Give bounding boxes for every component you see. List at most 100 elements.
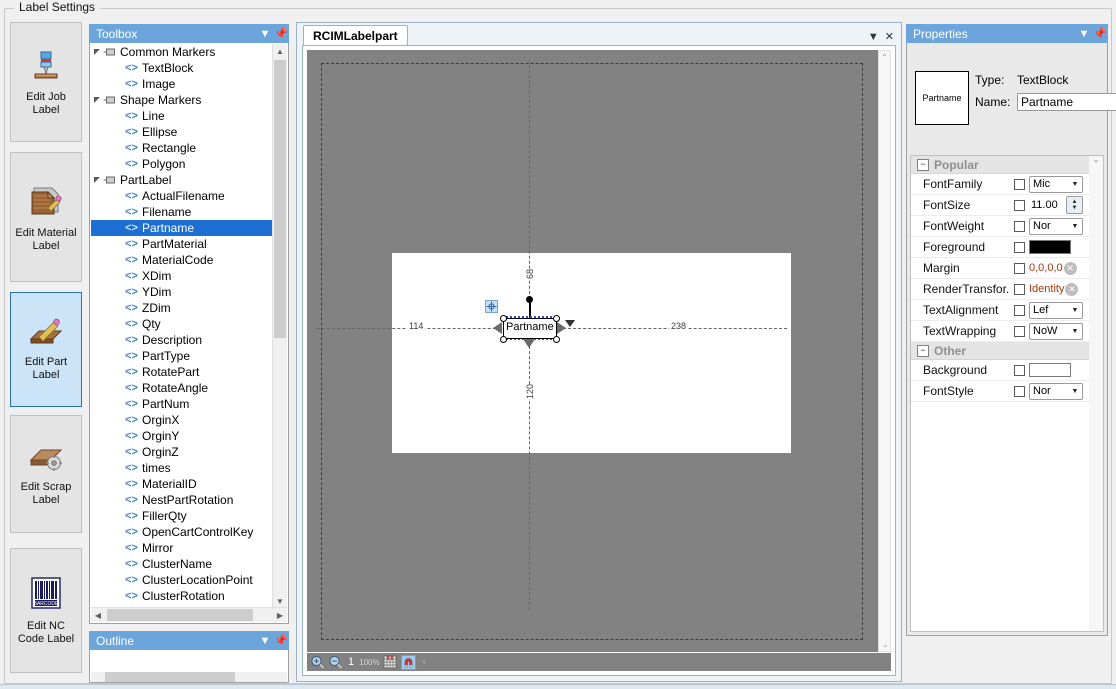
zoom-out-icon[interactable] bbox=[328, 655, 343, 670]
property-category-other[interactable]: −Other bbox=[911, 342, 1089, 360]
design-canvas[interactable]: 114 238 68 120 Partname bbox=[307, 50, 891, 652]
toolbox-node-nestpartrotation[interactable]: <>NestPartRotation bbox=[91, 492, 273, 508]
scroll-down-icon[interactable]: ⌄ bbox=[879, 638, 892, 651]
property-binding-marker-icon[interactable] bbox=[1009, 284, 1029, 295]
toolbox-node-orginy[interactable]: <>OrginY bbox=[91, 428, 273, 444]
property-value-cell[interactable]: 11.00▲▼ bbox=[1029, 197, 1089, 214]
property-grid-scrollbar[interactable]: ⌃ bbox=[1089, 156, 1103, 631]
toolbox-node-line[interactable]: <>Line bbox=[91, 108, 273, 124]
property-combo[interactable]: Nor▼ bbox=[1029, 218, 1083, 235]
overflow-left-icon[interactable]: ‹ bbox=[423, 656, 426, 666]
toolbox-node-rotatepart[interactable]: <>RotatePart bbox=[91, 364, 273, 380]
edit-nc-code-label-button[interactable]: BARCODE Edit NC Code Label bbox=[10, 548, 82, 673]
chevron-down-icon[interactable]: ▼ bbox=[868, 31, 879, 43]
scroll-up-icon[interactable]: ⌃ bbox=[879, 51, 890, 64]
canvas-vertical-scrollbar[interactable]: ⌃ ⌄ bbox=[878, 50, 891, 652]
toolbox-node-clusterrotation[interactable]: <>ClusterRotation bbox=[91, 588, 273, 604]
edit-scrap-label-button[interactable]: Edit Scrap Label bbox=[10, 415, 82, 533]
toolbox-node-filename[interactable]: <>Filename bbox=[91, 204, 273, 220]
chevron-down-icon[interactable]: ▼ bbox=[1068, 181, 1082, 188]
property-combo[interactable]: Lef▼ bbox=[1029, 302, 1083, 319]
edit-job-label-button[interactable]: Edit Job Label bbox=[10, 22, 82, 142]
pin-icon[interactable]: 📌 bbox=[273, 634, 289, 647]
scrollbar-thumb[interactable] bbox=[274, 60, 286, 338]
edit-part-label-button[interactable]: Edit Part Label bbox=[10, 292, 82, 407]
property-value-cell[interactable]: Lef▼ bbox=[1029, 302, 1089, 319]
property-combo[interactable]: Mic▼ bbox=[1029, 176, 1083, 193]
nudge-left-arrow[interactable] bbox=[493, 322, 502, 334]
scroll-up-icon[interactable]: ⌃ bbox=[1089, 156, 1103, 170]
scroll-up-icon[interactable]: ▲ bbox=[273, 44, 287, 58]
toolbox-node-orginx[interactable]: <>OrginX bbox=[91, 412, 273, 428]
property-value-cell[interactable]: 0,0,0,0✕ bbox=[1029, 262, 1089, 275]
toolbox-node-fillerqty[interactable]: <>FillerQty bbox=[91, 508, 273, 524]
scroll-right-icon[interactable]: ▶ bbox=[273, 608, 287, 622]
toolbox-node-shape markers[interactable]: Shape Markers bbox=[91, 92, 273, 108]
toolbox-node-image[interactable]: <>Image bbox=[91, 76, 273, 92]
close-icon[interactable]: ✕ bbox=[885, 30, 894, 43]
chevron-down-icon[interactable]: ▼ bbox=[1068, 388, 1082, 395]
clear-value-icon[interactable]: ✕ bbox=[1064, 262, 1077, 275]
tab-rcimlabelpart[interactable]: RCIMLabelpart bbox=[303, 25, 408, 45]
resize-handle-se[interactable] bbox=[553, 336, 560, 343]
minus-icon[interactable]: − bbox=[917, 159, 929, 171]
resize-handle-ne[interactable] bbox=[553, 315, 560, 322]
property-binding-marker-icon[interactable] bbox=[1009, 263, 1029, 274]
resize-handle-sw[interactable] bbox=[500, 336, 507, 343]
nudge-down-arrow[interactable] bbox=[523, 339, 535, 348]
toolbox-node-xdim[interactable]: <>XDim bbox=[91, 268, 273, 284]
toolbox-node-actualfilename[interactable]: <>ActualFilename bbox=[91, 188, 273, 204]
property-binding-marker-icon[interactable] bbox=[1009, 365, 1029, 376]
property-value-cell[interactable]: Nor▼ bbox=[1029, 218, 1089, 235]
property-binding-marker-icon[interactable] bbox=[1009, 179, 1029, 190]
property-value-cell[interactable]: Mic▼ bbox=[1029, 176, 1089, 193]
toolbox-node-ellipse[interactable]: <>Ellipse bbox=[91, 124, 273, 140]
toolbox-node-materialid[interactable]: <>MaterialID bbox=[91, 476, 273, 492]
property-row-rendertransfor[interactable]: RenderTransfor...Identity✕ bbox=[911, 279, 1089, 300]
property-binding-marker-icon[interactable] bbox=[1009, 326, 1029, 337]
outline-body[interactable] bbox=[89, 650, 289, 683]
minus-icon[interactable]: − bbox=[917, 345, 929, 357]
toolbox-node-partnum[interactable]: <>PartNum bbox=[91, 396, 273, 412]
property-combo[interactable]: Nor▼ bbox=[1029, 383, 1083, 400]
scrollbar-thumb[interactable] bbox=[105, 672, 235, 682]
toolbox-node-partmaterial[interactable]: <>PartMaterial bbox=[91, 236, 273, 252]
chevron-down-icon[interactable]: ▼ bbox=[1068, 328, 1082, 335]
resize-handle-nw[interactable] bbox=[500, 315, 507, 322]
anchor-dot-handle[interactable] bbox=[526, 296, 533, 303]
toolbox-node-polygon[interactable]: <>Polygon bbox=[91, 156, 273, 172]
property-binding-marker-icon[interactable] bbox=[1009, 305, 1029, 316]
toolbox-vertical-scrollbar[interactable]: ▲ ▼ bbox=[272, 44, 287, 608]
chevron-down-icon[interactable]: ▼ bbox=[1076, 28, 1092, 40]
toolbox-horizontal-scrollbar[interactable]: ◀ ▶ bbox=[91, 607, 287, 622]
chevron-down-icon[interactable]: ▼ bbox=[1068, 307, 1082, 314]
toolbox-node-clusterlocationpoint[interactable]: <>ClusterLocationPoint bbox=[91, 572, 273, 588]
magnet-snap-icon[interactable] bbox=[401, 655, 416, 670]
expander-collapse-icon[interactable] bbox=[91, 44, 102, 60]
scroll-down-icon[interactable]: ▼ bbox=[273, 594, 287, 608]
property-row-fontweight[interactable]: FontWeightNor▼ bbox=[911, 216, 1089, 237]
toolbox-node-rectangle[interactable]: <>Rectangle bbox=[91, 140, 273, 156]
property-category-popular[interactable]: −Popular bbox=[911, 156, 1089, 174]
toolbar-overflow-track[interactable]: ‹ bbox=[423, 656, 889, 668]
toolbox-node-ydim[interactable]: <>YDim bbox=[91, 284, 273, 300]
toolbox-node-orginz[interactable]: <>OrginZ bbox=[91, 444, 273, 460]
label-paper[interactable] bbox=[392, 253, 791, 453]
property-row-background[interactable]: Background bbox=[911, 360, 1089, 381]
property-binding-marker-icon[interactable] bbox=[1009, 200, 1029, 211]
property-combo[interactable]: NoW▼ bbox=[1029, 323, 1083, 340]
expander-collapse-icon[interactable] bbox=[91, 92, 102, 108]
property-row-fontfamily[interactable]: FontFamilyMic▼ bbox=[911, 174, 1089, 195]
spinner-buttons-icon[interactable]: ▲▼ bbox=[1066, 196, 1083, 214]
toolbox-tree[interactable]: Common Markers<>TextBlock<>ImageShape Ma… bbox=[91, 44, 273, 608]
property-color-swatch[interactable] bbox=[1029, 240, 1071, 254]
property-value-cell[interactable] bbox=[1029, 240, 1089, 254]
property-color-swatch[interactable] bbox=[1029, 363, 1071, 377]
property-row-textalignment[interactable]: TextAlignmentLef▼ bbox=[911, 300, 1089, 321]
property-row-foreground[interactable]: Foreground bbox=[911, 237, 1089, 258]
property-row-textwrapping[interactable]: TextWrappingNoW▼ bbox=[911, 321, 1089, 342]
toolbox-node-partlabel[interactable]: PartLabel bbox=[91, 172, 273, 188]
toolbox-node-rotateangle[interactable]: <>RotateAngle bbox=[91, 380, 273, 396]
toolbox-node-clustername[interactable]: <>ClusterName bbox=[91, 556, 273, 572]
property-binding-marker-icon[interactable] bbox=[1009, 242, 1029, 253]
